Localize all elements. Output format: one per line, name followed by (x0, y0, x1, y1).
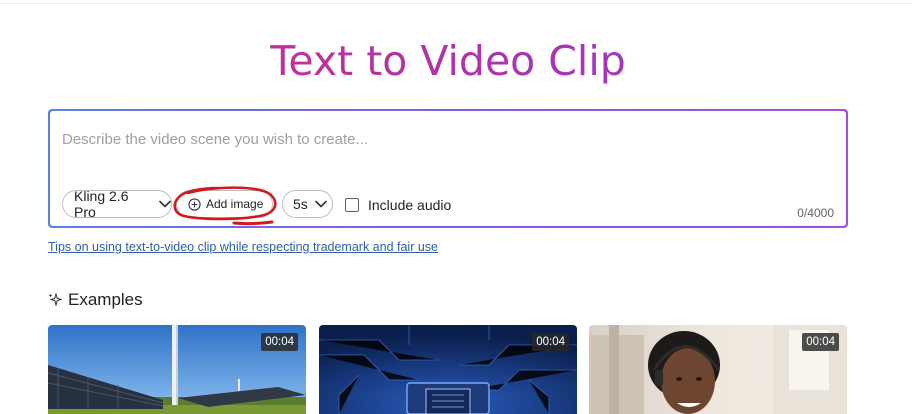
add-circle-icon (188, 197, 201, 211)
sparkle-icon (48, 293, 62, 307)
character-counter: 0/4000 (797, 206, 834, 220)
chevron-down-icon (314, 200, 327, 208)
duration-badge: 00:04 (261, 333, 298, 351)
duration-select[interactable]: 5s (282, 190, 333, 218)
prompt-box-inner: Kling 2.6 Pro Add image 5s Include audio… (50, 111, 846, 226)
examples-heading: Examples (48, 290, 143, 310)
example-video-card[interactable]: 00:04 (319, 325, 577, 414)
examples-heading-label: Examples (68, 290, 143, 309)
tips-link[interactable]: Tips on using text-to-video clip while r… (48, 240, 438, 254)
prompt-box: Kling 2.6 Pro Add image 5s Include audio… (48, 109, 848, 228)
duration-select-label: 5s (293, 196, 308, 212)
duration-badge: 00:04 (802, 333, 839, 351)
chevron-down-icon (159, 200, 171, 208)
example-video-card[interactable]: 00:04 (48, 325, 306, 414)
include-audio-checkbox[interactable] (345, 198, 359, 212)
duration-badge: 00:04 (532, 333, 569, 351)
add-image-button[interactable]: Add image (176, 190, 273, 218)
include-audio-label: Include audio (368, 197, 452, 213)
top-divider (0, 3, 912, 4)
model-select-label: Kling 2.6 Pro (74, 188, 129, 220)
add-image-label: Add image (206, 197, 264, 211)
include-audio-toggle[interactable]: Include audio (345, 197, 451, 213)
prompt-input[interactable] (62, 119, 832, 159)
example-video-card[interactable]: 00:04 (589, 325, 847, 414)
page-title: Text to Video Clip (0, 35, 896, 87)
model-select[interactable]: Kling 2.6 Pro (62, 188, 172, 220)
